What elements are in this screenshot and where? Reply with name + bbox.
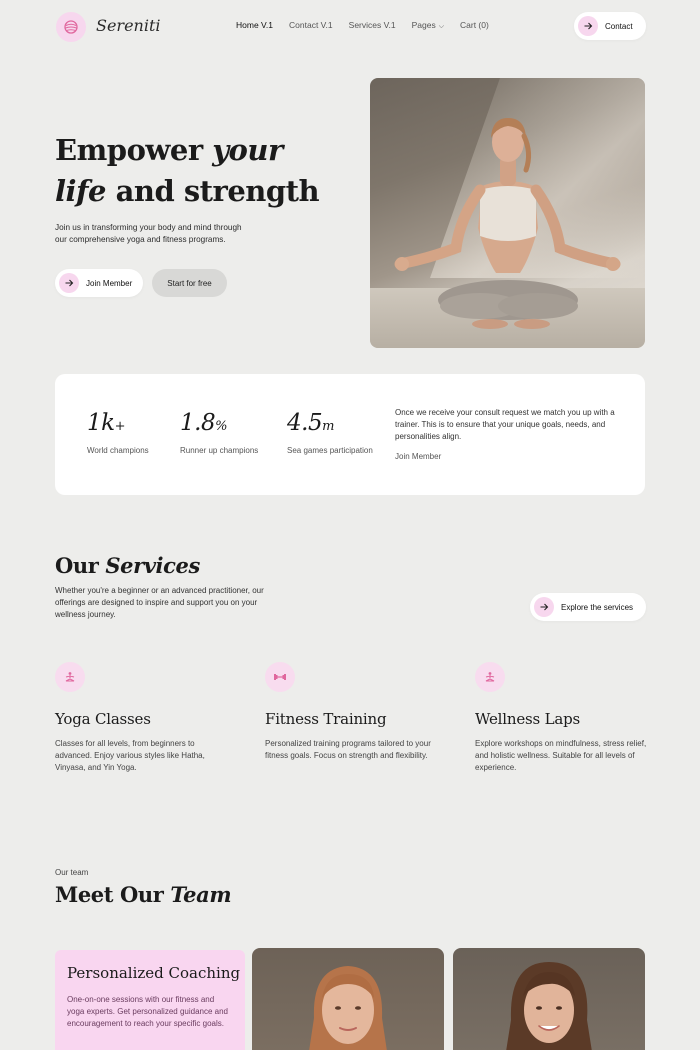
stat-value: 1.8 [180, 410, 216, 436]
dumbbell-icon [265, 662, 295, 692]
service-title: Wellness Laps [475, 710, 580, 728]
arrow-right-icon [578, 16, 598, 36]
services-title-plain: Our [55, 553, 106, 578]
main-nav: Home V.1 Contact V.1 Services V.1 Pages ⌵… [236, 20, 489, 31]
logo-icon[interactable] [56, 12, 86, 42]
coaching-card: Personalized Coaching One-on-one session… [55, 950, 245, 1050]
service-wellness-laps: Wellness Laps Explore workshops on mindf… [475, 662, 650, 774]
coaching-card-description: One-on-one sessions with our fitness and… [67, 995, 228, 1028]
explore-services-label: Explore the services [561, 602, 634, 612]
team-title-plain: Meet Our [55, 882, 171, 907]
stats-join-member-link[interactable]: Join Member [395, 452, 441, 461]
join-member-button[interactable]: Join Member [55, 269, 143, 297]
stats-card: 1k+ World champions 1.8% Runner up champ… [55, 374, 645, 495]
service-yoga-classes: Yoga Classes Classes for all levels, fro… [55, 662, 230, 774]
meditation-icon [475, 662, 505, 692]
nav-item-home[interactable]: Home V.1 [236, 20, 273, 31]
service-description: Classes for all levels, from beginners t… [55, 739, 205, 772]
coaching-card-title: Personalized Coaching [67, 964, 241, 982]
nav-item-cart[interactable]: Cart (0) [460, 20, 489, 31]
stat-sea-games: 4.5m Sea games participation [287, 410, 373, 455]
stat-value: 4.5 [287, 410, 323, 436]
hero-title-part1: Empower [55, 133, 213, 167]
join-member-label: Join Member [86, 278, 133, 288]
stat-world-champions: 1k+ World champions [87, 410, 149, 455]
brand-name[interactable]: Sereniti [96, 16, 161, 35]
service-title: Yoga Classes [55, 710, 151, 728]
hero-title-part2: and strength [105, 174, 320, 208]
stat-suffix: + [114, 419, 126, 434]
services-description: Whether you're a beginner or an advanced… [55, 586, 264, 619]
service-fitness-training: Fitness Training Personalized training p… [265, 662, 440, 762]
hero-title-italic1: your [212, 133, 283, 167]
stat-suffix: m [322, 419, 334, 434]
stat-runner-up: 1.8% Runner up champions [180, 410, 258, 455]
service-description: Explore workshops on mindfulness, stress… [475, 739, 647, 772]
team-member-photo[interactable] [252, 948, 444, 1050]
stat-label: World champions [87, 446, 149, 455]
chevron-down-icon: ⌵ [438, 23, 445, 30]
services-title-italic: Services [105, 553, 200, 578]
team-title-italic: Team [170, 882, 232, 907]
team-eyebrow: Our team [55, 868, 89, 877]
stat-label: Sea games participation [287, 446, 373, 455]
nav-item-services[interactable]: Services V.1 [349, 20, 396, 31]
hero-yoga-image [370, 78, 645, 348]
team-title: Meet Our Team [55, 882, 232, 907]
service-title: Fitness Training [265, 710, 387, 728]
service-description: Personalized training programs tailored … [265, 739, 431, 760]
explore-services-button[interactable]: Explore the services [530, 593, 646, 621]
arrow-right-icon [59, 273, 79, 293]
contact-button-label: Contact [605, 21, 633, 31]
hero-title-italic2: life [55, 174, 106, 208]
nav-item-contact[interactable]: Contact V.1 [289, 20, 333, 31]
stat-suffix: % [215, 419, 227, 434]
stat-label: Runner up champions [180, 446, 259, 455]
yoga-icon [55, 662, 85, 692]
contact-button[interactable]: Contact [574, 12, 646, 40]
team-member-photo[interactable] [453, 948, 645, 1050]
start-for-free-button[interactable]: Start for free [152, 269, 227, 297]
arrow-right-icon [534, 597, 554, 617]
hero-title: Empower your life and strength [55, 130, 320, 212]
services-title: Our Services [55, 553, 200, 578]
nav-item-pages[interactable]: Pages ⌵ [412, 20, 444, 31]
stat-value: 1k [87, 410, 115, 436]
stats-description: Once we receive your consult request we … [395, 408, 615, 441]
nav-item-pages-label: Pages [411, 20, 436, 30]
hero-description: Join us in transforming your body and mi… [55, 223, 242, 244]
